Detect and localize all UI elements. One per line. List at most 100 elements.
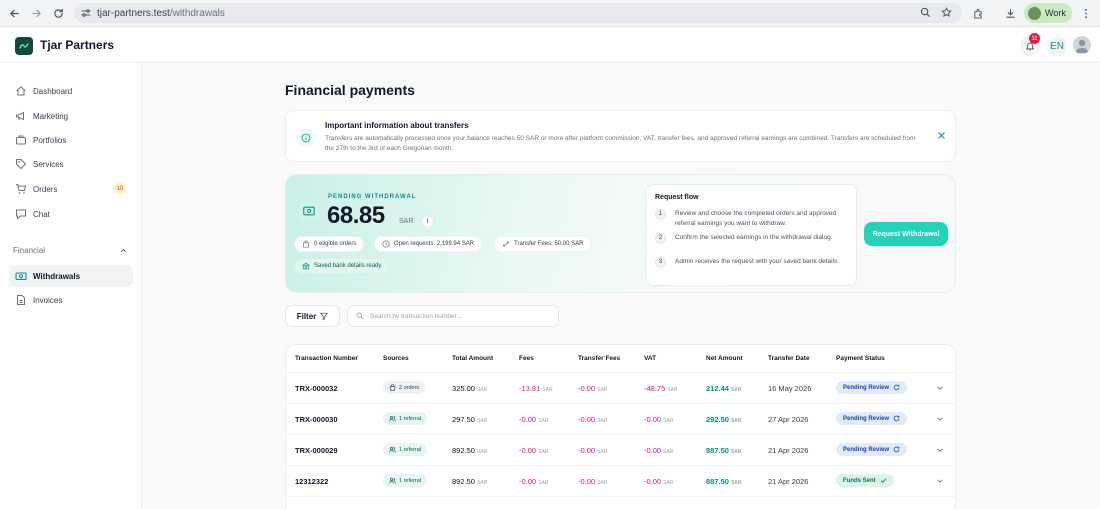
vat-amount: -48.75 SAR — [644, 384, 678, 393]
chevron-down-icon[interactable] — [936, 384, 944, 392]
info-banner-title: Important information about transfers — [325, 121, 469, 130]
amount-info-button[interactable]: i — [421, 215, 434, 228]
sidebar-item-invoices[interactable]: Invoices — [9, 289, 133, 311]
column-header[interactable]: Total Amount — [452, 355, 493, 362]
total-amount: 892.50 SAR — [452, 477, 487, 486]
close-icon[interactable] — [937, 131, 946, 140]
net-value: 292.50 — [706, 415, 729, 424]
profile-button[interactable]: Work — [1024, 3, 1072, 23]
chevron-down-icon[interactable] — [936, 446, 944, 454]
fees-amount: -0.00 SAR — [519, 477, 548, 486]
column-header[interactable]: Net Amount — [706, 355, 743, 362]
profile-label: Work — [1045, 8, 1066, 18]
search-field[interactable] — [347, 305, 559, 327]
fees-amount: -0.00 SAR — [519, 415, 548, 424]
transfer-fees-chip: Transfer Fees: 50.00 SAR — [494, 236, 592, 252]
address-bar[interactable]: tjar-partners.test/withdrawals — [74, 3, 962, 23]
column-header[interactable]: Sources — [383, 355, 409, 362]
search-input[interactable] — [370, 312, 550, 320]
table-row[interactable]: 12312322 1 referral 892.50 SAR -0.00 SAR -… — [286, 465, 955, 496]
site-settings-icon[interactable] — [81, 8, 91, 18]
column-header[interactable]: Transfer Date — [768, 355, 810, 362]
table-row[interactable]: TRX-000032 2 orders 325.00 SAR -13.81 SAR … — [286, 372, 955, 403]
sidebar-section-financial[interactable]: Financial — [13, 246, 128, 255]
column-header[interactable]: VAT — [644, 355, 656, 362]
flow-step-2: 2 Confirm the selected earnings in the w… — [655, 233, 850, 244]
sidebar-item-portfolios[interactable]: Portfolios — [9, 129, 133, 151]
request-withdrawal-button[interactable]: Request Withdrawal — [864, 222, 948, 246]
transfer-date: 21 Apr 2026 — [768, 477, 809, 486]
column-header[interactable]: Fees — [519, 355, 534, 362]
total-amount: 325.00 SAR — [452, 384, 487, 393]
sidebar-item-services[interactable]: Services — [9, 153, 133, 175]
refresh-icon — [893, 415, 900, 422]
currency-unit: SAR — [476, 480, 488, 486]
refresh-icon — [893, 384, 900, 391]
sidebar-item-chat[interactable]: Chat — [9, 203, 133, 225]
filter-button[interactable]: Filter — [285, 305, 340, 327]
open-requests-chip: Open requests: 2,199.94 SAR — [374, 236, 483, 252]
source-chip[interactable]: 1 referral — [383, 443, 428, 456]
sidebar-item-orders[interactable]: Orders 10 — [9, 178, 133, 200]
bag-icon — [302, 240, 310, 248]
sidebar-item-marketing[interactable]: Marketing — [9, 105, 133, 127]
zoom-icon[interactable] — [920, 7, 931, 18]
source-text: 1 referral — [399, 415, 422, 422]
profile-avatar — [1028, 6, 1041, 20]
status-text: Funds Sent — [843, 477, 876, 484]
sidebar-item-label: Chat — [33, 209, 50, 219]
currency-unit: SAR — [663, 480, 674, 486]
sidebar-item-label: Dashboard — [33, 86, 73, 96]
fees-value: -0.00 — [519, 415, 537, 424]
clock-icon — [382, 240, 390, 248]
sidebar-item-label: Withdrawals — [33, 271, 81, 281]
column-header[interactable]: Payment Status — [836, 355, 885, 362]
forward-icon[interactable] — [26, 3, 46, 23]
sidebar-item-dashboard[interactable]: Dashboard — [9, 80, 133, 102]
net-value: 887.50 — [706, 446, 729, 455]
currency-unit: SAR — [597, 480, 608, 486]
chevron-down-icon[interactable] — [936, 415, 944, 423]
reload-icon[interactable] — [48, 3, 68, 23]
brand-logo[interactable] — [15, 37, 33, 55]
info-banner-text: Transfers are automatically processed on… — [325, 135, 916, 152]
transaction-number: TRX-000032 — [295, 384, 338, 393]
bookmark-star-icon[interactable] — [941, 7, 952, 18]
transfer-fees-amount: -0.00 SAR — [578, 477, 607, 486]
extensions-icon[interactable] — [968, 3, 988, 23]
browser-menu-icon[interactable] — [1076, 3, 1096, 23]
status-text: Pending Review — [843, 446, 890, 453]
language-switch[interactable]: EN — [1047, 36, 1067, 56]
column-header[interactable]: Transaction Number — [295, 355, 358, 362]
source-chip[interactable]: 1 referral — [383, 412, 428, 425]
brand-name[interactable]: Tjar Partners — [40, 38, 114, 52]
sidebar-item-label: Invoices — [33, 295, 63, 305]
step-number: 2 — [655, 233, 666, 244]
download-icon[interactable] — [1000, 3, 1020, 23]
currency-unit: SAR — [538, 449, 549, 455]
back-icon[interactable] — [4, 3, 24, 23]
chevron-down-icon[interactable] — [936, 477, 944, 485]
transaction-number: TRX-000030 — [295, 415, 338, 424]
user-avatar[interactable] — [1073, 36, 1091, 54]
sidebar-item-withdrawals[interactable]: Withdrawals — [9, 265, 133, 287]
bank-details-chip: Saved bank details ready — [294, 258, 390, 274]
browser-toolbar: tjar-partners.test/withdrawals Work — [0, 0, 1100, 27]
source-chip[interactable]: 1 referral — [383, 474, 428, 487]
currency-unit: SAR — [542, 387, 553, 393]
transfer-fees-value: -0.00 — [578, 477, 596, 486]
notifications-button[interactable]: 11 — [1020, 33, 1040, 56]
request-flow-title: Request flow — [655, 194, 699, 201]
table-row[interactable]: TRX-000029 1 referral 892.50 SAR -0.00 SAR… — [286, 434, 955, 465]
sidebar: Dashboard Marketing Portfolios Services … — [0, 63, 142, 509]
pending-withdrawal-card: PENDING WITHDRAWAL 68.85 SAR i 0 eligibl… — [285, 174, 956, 293]
table-row[interactable]: TRX-000030 1 referral 297.50 SAR -0.00 SAR… — [286, 403, 955, 434]
currency-unit: SAR — [730, 480, 742, 486]
net-value: 887.50 — [706, 477, 729, 486]
source-chip[interactable]: 2 orders — [383, 381, 426, 394]
table-row[interactable] — [286, 496, 955, 509]
vat-value: -0.00 — [644, 477, 662, 486]
check-icon — [880, 478, 886, 483]
column-header[interactable]: Transfer Fees — [578, 355, 620, 362]
net-amount: 292.50 SAR — [706, 415, 742, 424]
